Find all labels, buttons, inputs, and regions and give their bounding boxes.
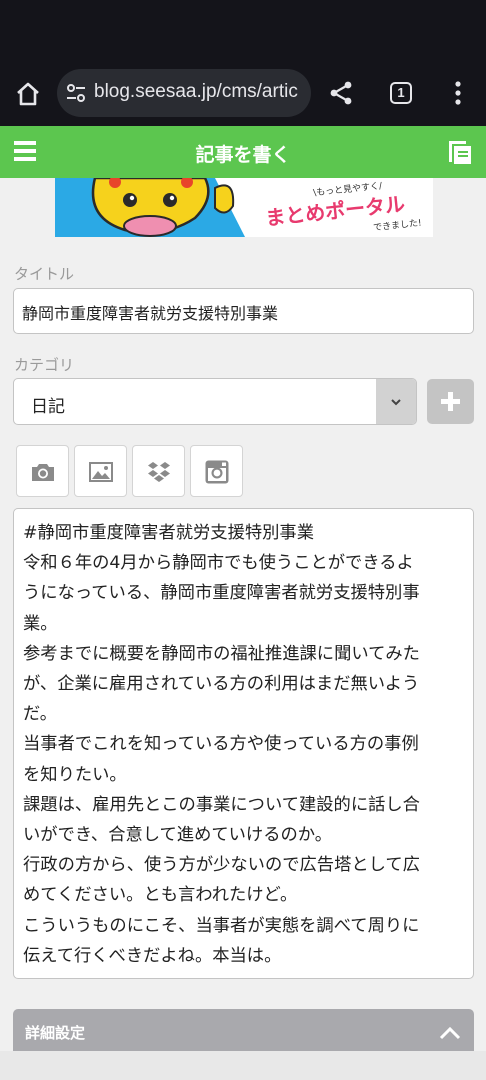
dropbox-icon [148, 462, 170, 482]
portal-banner[interactable]: \もっと見やすく/ まとめポータル できました! [55, 178, 433, 237]
body-line: うになっている、静岡市重度障害者就労支援特別事 [23, 583, 420, 604]
body-line: #静岡市重度障害者就労支援特別事業 [23, 523, 314, 543]
body-line: 業。 [23, 613, 58, 634]
advanced-settings-label: 詳細設定 [25, 1024, 86, 1042]
body-line: めてください。とも言われたけど。 [23, 885, 298, 906]
instagram-icon [205, 460, 229, 484]
category-dropdown-toggle[interactable] [376, 379, 416, 424]
instagram-button[interactable] [190, 445, 243, 497]
body-line: 当事者でこれを知っている方や使っている方の事例 [23, 734, 419, 755]
image-icon [89, 462, 113, 482]
status-bar [0, 0, 486, 60]
category-label: カテゴリ [14, 356, 75, 374]
url-bar[interactable]: blog.seesaa.jp/cms/artic [57, 69, 311, 117]
add-category-button[interactable] [427, 379, 474, 424]
chevron-down-icon [391, 399, 401, 406]
browser-toolbar: blog.seesaa.jp/cms/artic 1 [0, 60, 486, 126]
body-line: 令和６年の4月から静岡市でも使うことができるよ [23, 553, 414, 574]
category-value: 日記 [31, 397, 65, 417]
category-select[interactable]: 日記 [13, 378, 417, 425]
system-gesture-bar [0, 1051, 486, 1080]
body-line: 伝えて行くべきだよね。本当は。 [23, 945, 282, 966]
body-line: を知りたい。 [23, 764, 127, 785]
share-icon[interactable] [328, 80, 354, 106]
camera-icon [32, 464, 54, 481]
page-content: 記事を書く \もっと見やすく/ まとめポータル できました! タイトル 静岡市重… [0, 126, 486, 1080]
plus-icon [441, 392, 460, 411]
body-line: 課題は、雇用先とこの事業について建設的に話し合 [23, 794, 420, 815]
dropbox-button[interactable] [132, 445, 185, 497]
documents-icon[interactable] [448, 140, 472, 164]
chevron-up-icon [439, 1026, 461, 1040]
home-icon[interactable] [14, 80, 42, 108]
tune-icon[interactable] [65, 82, 87, 104]
insert-image-button[interactable] [74, 445, 127, 497]
title-label: タイトル [14, 265, 75, 283]
title-input[interactable]: 静岡市重度障害者就労支援特別事業 [13, 288, 474, 334]
body-line: 行政の方から、使う方が少ないので広告塔として広 [23, 855, 420, 876]
more-vert-icon[interactable] [447, 80, 469, 106]
body-line: いができ、合意して進めていけるのか。 [23, 825, 332, 846]
page-title: 記事を書く [195, 144, 291, 166]
url-text: blog.seesaa.jp/cms/artic [94, 81, 298, 102]
body-line: こういうものにこそ、当事者が実態を調べて周りに [23, 915, 420, 936]
body-line: だ。 [23, 704, 58, 725]
body-line: が、企業に雇用されている方の利用はまだ無いよう [23, 674, 420, 695]
insert-photo-button[interactable] [16, 445, 69, 497]
app-header: 記事を書く [0, 126, 486, 178]
tab-switcher-icon[interactable]: 1 [390, 82, 412, 104]
article-body-textarea[interactable]: #静岡市重度障害者就労支援特別事業 令和６年の4月から静岡市でも使うことができる… [13, 508, 474, 979]
advanced-settings-toggle[interactable]: 詳細設定 [13, 1009, 474, 1055]
body-line: 参考までに概要を静岡市の福祉推進課に聞いてみた [23, 643, 420, 664]
